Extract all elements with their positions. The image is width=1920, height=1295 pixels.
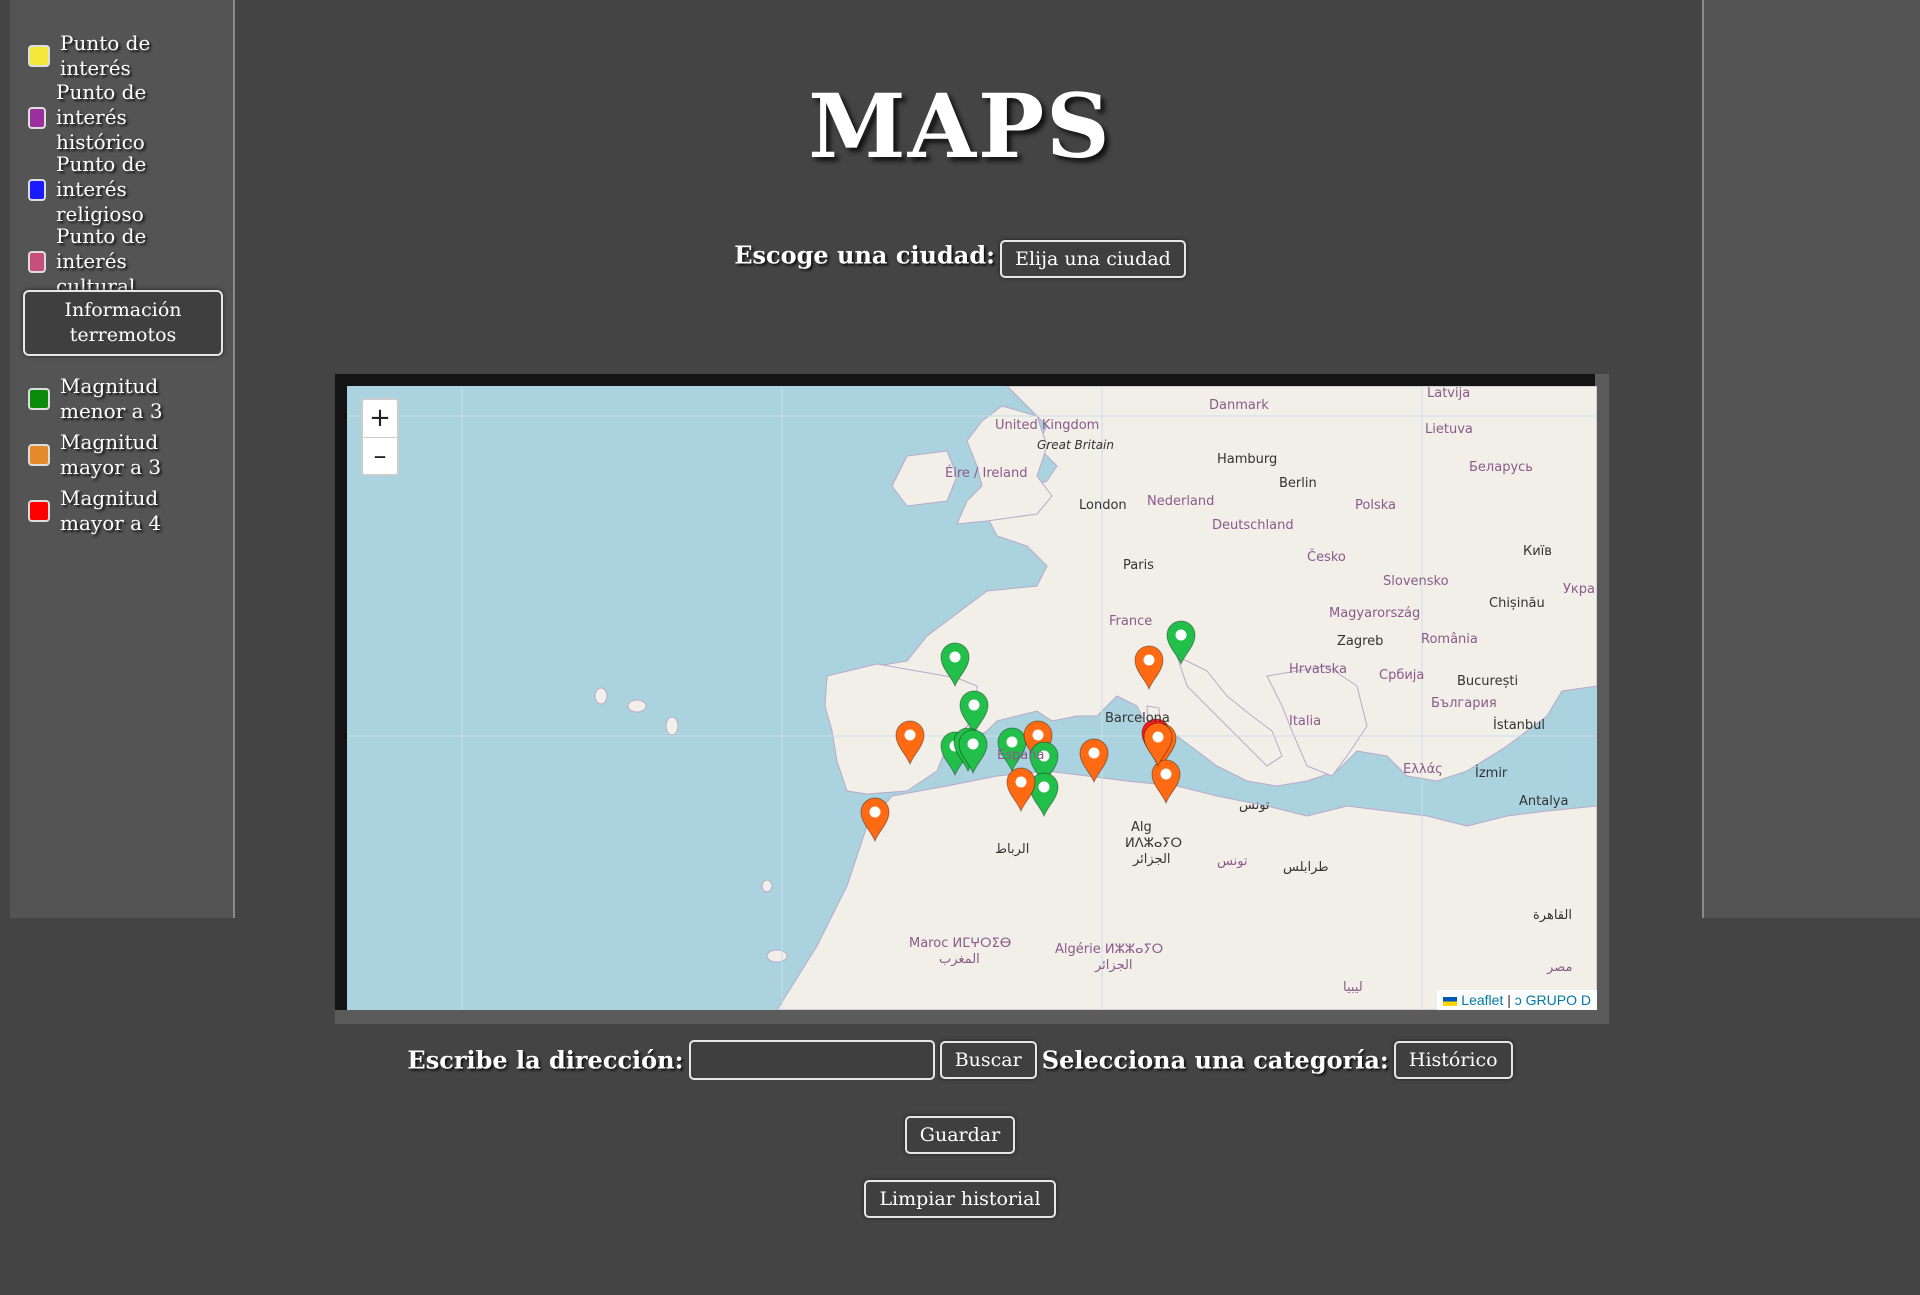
address-label: Escribe la dirección:	[407, 1045, 684, 1075]
map-label-deutschland: Deutschland	[1212, 518, 1294, 533]
map-label-romania: România	[1421, 632, 1478, 647]
map-label-espana: España	[997, 748, 1045, 763]
map-label-ribat: الرباط	[995, 842, 1030, 857]
zoom-in-button[interactable]: +	[363, 400, 397, 438]
map-label-cairo: القاهرة	[1533, 908, 1572, 923]
clear-history-button[interactable]: Limpiar historial	[864, 1180, 1056, 1218]
page-title: MAPS	[808, 74, 1112, 178]
map-label-misr: مصر	[1547, 960, 1573, 975]
map-label-uk: United Kingdom	[995, 418, 1100, 433]
map-label-paris: Paris	[1123, 558, 1154, 573]
map-label-kyiv: Київ	[1523, 544, 1552, 559]
leaflet-link[interactable]: Leaflet	[1461, 992, 1503, 1008]
map-label-barcelona: Barcelona	[1105, 711, 1170, 726]
save-row: Guardar	[0, 1116, 1920, 1154]
map-label-maroc: Maroc ⵍⵎⵖⵔⵉⴱ	[909, 936, 1012, 951]
map-label-srbija: Србија	[1379, 668, 1425, 683]
island-azores-2	[627, 699, 647, 713]
map-label-magyarorszag: Magyarország	[1329, 606, 1421, 621]
map-label-bulgaria: България	[1431, 696, 1497, 711]
map-label-polska: Polska	[1355, 498, 1396, 513]
map-label-antalya: Antalya	[1519, 794, 1569, 809]
map-label-ukra: Укра	[1563, 582, 1595, 597]
map-label-london: London	[1079, 498, 1127, 513]
legend-swatch-religious	[28, 178, 46, 201]
map-label-slovensko: Slovensko	[1383, 574, 1449, 589]
legend-swatch-mag-mid	[28, 444, 50, 466]
map-label-tunis2: تونس	[1217, 854, 1248, 869]
legend-label-mag-high: Magnitud mayor a 4	[60, 486, 162, 535]
map-label-hrvatska: Hrvatska	[1289, 662, 1347, 677]
map-label-alger: Alg	[1131, 820, 1152, 835]
map-label-bucuresti: București	[1457, 674, 1519, 689]
save-button[interactable]: Guardar	[904, 1116, 1016, 1154]
legend-label-mag-mid: Magnitud mayor a 3	[60, 430, 162, 479]
ukraine-flag-icon	[1443, 996, 1458, 1006]
map-attribution: Leaflet | ↄ GRUPO D	[1437, 990, 1597, 1010]
map-label-italia: Italia	[1289, 714, 1322, 729]
legend-item-mag-high: Magnitud mayor a 4	[28, 486, 210, 536]
map-label-france: France	[1109, 614, 1153, 629]
map-label-tunis: تونس	[1239, 798, 1270, 813]
map-label-berlin: Berlin	[1279, 476, 1317, 491]
earthquake-info-button[interactable]: Información terremotos	[23, 290, 223, 356]
zoom-out-button[interactable]: –	[363, 438, 397, 475]
map-label-jazair2: الجزائر	[1133, 852, 1171, 867]
legend-label-mag-low: Magnitud menor a 3	[60, 374, 163, 423]
group-link[interactable]: ↄ GRUPO D	[1515, 992, 1591, 1008]
category-label: Selecciona una categoría:	[1041, 1045, 1389, 1075]
map-label-zagreb: Zagreb	[1337, 634, 1384, 649]
map-label-belarus: Беларусь	[1469, 460, 1533, 475]
search-row: Escribe la dirección: Buscar Selecciona …	[0, 1040, 1920, 1080]
island-azores-3	[665, 716, 679, 736]
map-label-maghrib: المغرب	[939, 952, 980, 967]
map-label-istanbul: İstanbul	[1493, 718, 1546, 733]
map-label-ireland: Éire / Ireland	[945, 466, 1028, 481]
map-label-gb: Great Britain	[1037, 438, 1114, 452]
address-input[interactable]	[688, 1040, 935, 1080]
category-select[interactable]: Histórico	[1393, 1041, 1513, 1079]
zoom-control: + –	[361, 398, 399, 476]
map-label-latvija: Latvija	[1427, 386, 1471, 401]
island-azores-1	[594, 687, 608, 705]
map-label-hamburg: Hamburg	[1217, 452, 1278, 467]
legend-swatch-poi	[28, 45, 50, 67]
island-madeira	[761, 879, 773, 893]
map-label-ellas: Ελλάς	[1403, 762, 1443, 777]
legend-item-mag-low: Magnitud menor a 3	[28, 374, 210, 424]
search-button[interactable]: Buscar	[939, 1041, 1037, 1079]
clear-row: Limpiar historial	[0, 1180, 1920, 1218]
map-label-tarabulus: طرابلس	[1283, 860, 1329, 875]
map-label-algerie: Algérie ⵍⵣⵣⴰⵢⵔ	[1055, 942, 1164, 957]
attribution-separator: |	[1507, 992, 1511, 1008]
map-frame: United Kingdom Great Britain Éire / Irel…	[335, 374, 1609, 1024]
map-label-cesko: Česko	[1307, 550, 1346, 565]
map-label-chisinau: Chișinău	[1489, 596, 1545, 611]
map-label-alger-tif: ⵍⴷⵣⴰⵢⵔ	[1125, 836, 1183, 851]
legend-item-mag-mid: Magnitud mayor a 3	[28, 430, 210, 480]
island-canary	[766, 949, 788, 963]
map-label-jazair: الجزائر	[1095, 958, 1133, 973]
map-label-danmark: Danmark	[1209, 398, 1269, 413]
legend-swatch-mag-high	[28, 500, 50, 522]
map-label-nederland: Nederland	[1147, 494, 1215, 509]
legend-swatch-mag-low	[28, 388, 50, 410]
map[interactable]: United Kingdom Great Britain Éire / Irel…	[347, 386, 1597, 1010]
city-row: Escoge una ciudad: Elija una ciudad	[0, 240, 1920, 278]
city-label: Escoge una ciudad:	[734, 240, 995, 270]
map-label-izmir: İzmir	[1475, 766, 1508, 781]
map-label-lietuva: Lietuva	[1425, 422, 1473, 437]
city-select[interactable]: Elija una ciudad	[1000, 240, 1186, 278]
map-label-libya: ليبيا	[1343, 980, 1363, 995]
